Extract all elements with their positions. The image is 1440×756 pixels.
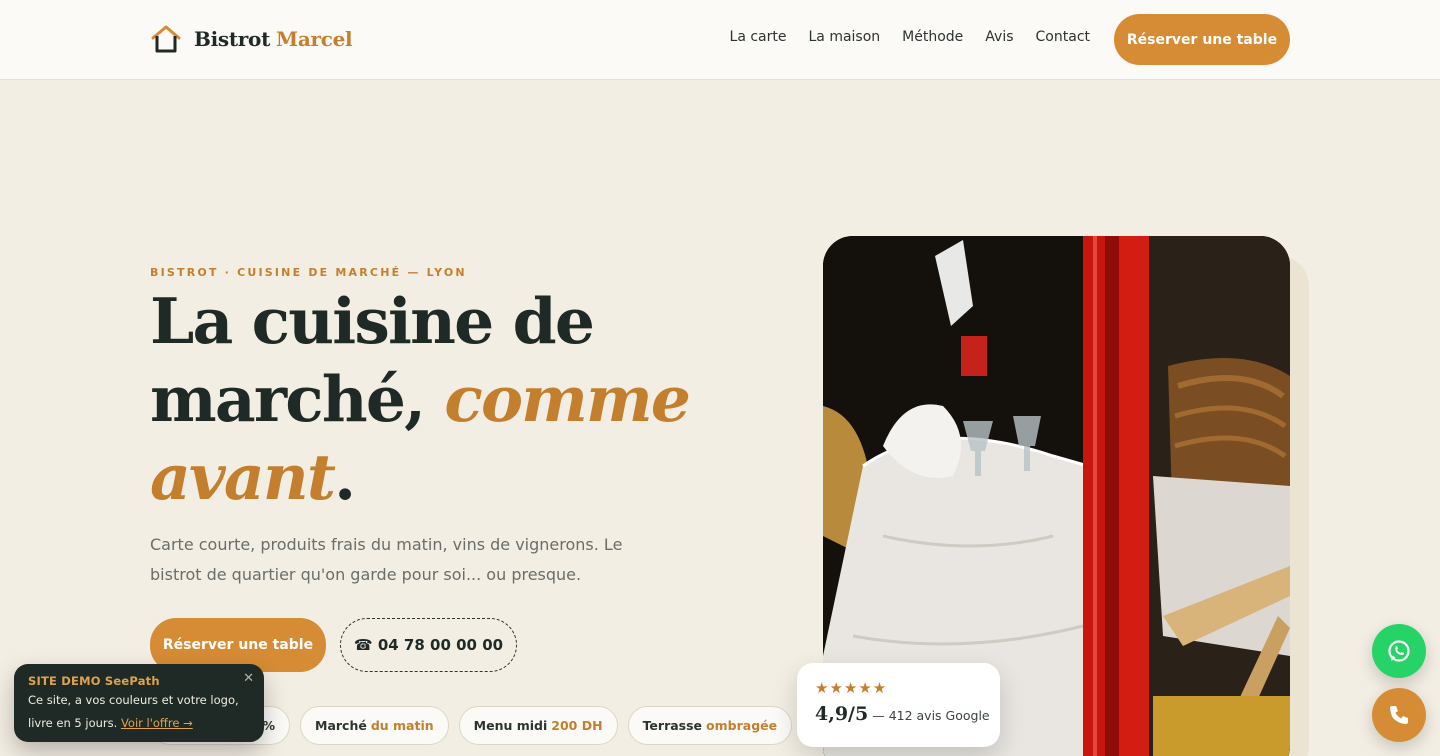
pill-text: Terrasse [642, 718, 703, 733]
pill-highlight: du matin [370, 718, 434, 733]
nav-contact[interactable]: Contact [1036, 29, 1090, 45]
hero-title-line2: marché, [150, 362, 445, 436]
nav-avis[interactable]: Avis [985, 29, 1013, 45]
call-button[interactable] [1372, 688, 1426, 742]
pill-text: Menu midi [473, 718, 548, 733]
pill-highlight: 200 DH [551, 718, 603, 733]
nav-methode[interactable]: Méthode [902, 29, 963, 45]
nav-la-carte[interactable]: La carte [730, 29, 787, 45]
hero-eyebrow: BISTROT · CUISINE DE MARCHÉ — LYON [150, 266, 467, 279]
close-icon[interactable]: ✕ [243, 671, 254, 686]
pill-marche: Marché du matin [300, 706, 449, 745]
toast-title: SITE DEMO SeePath [28, 674, 160, 688]
star-rating-icons: ★★★★★ [815, 679, 888, 697]
hero-title-line1: La cuisine de [150, 284, 595, 358]
pill-text: % [262, 718, 275, 733]
house-icon [151, 25, 181, 53]
demo-toast: SITE DEMO SeePath Ce site, a vos couleur… [14, 664, 264, 742]
brand-first: Bistrot [194, 27, 271, 51]
rating-reviews: — 412 avis Google [872, 708, 990, 723]
rating-score: 4,9/5 [815, 703, 869, 725]
hero-title-end: . [334, 440, 356, 514]
pill-highlight: ombragée [706, 718, 778, 733]
nav-la-maison[interactable]: La maison [809, 29, 881, 45]
whatsapp-icon [1388, 640, 1410, 662]
hero-subtitle: Carte courte, produits frais du matin, v… [150, 535, 623, 584]
header-reserve-button[interactable]: Réserver une table [1114, 14, 1290, 65]
phone-button[interactable]: ☎ 04 78 00 00 00 [340, 618, 517, 672]
pill-menu-midi: Menu midi 200 DH [458, 706, 618, 745]
rating-line: 4,9/5 — 412 avis Google [815, 703, 990, 725]
site-header: Bistrot Marcel La carte La maison Méthode… [0, 0, 1440, 80]
pill-text: Marché [315, 718, 367, 733]
toast-body: Ce site, a vos couleurs et votre logo, l… [28, 689, 250, 735]
hero-title: La cuisine de marché, comme avant. [150, 282, 710, 516]
pill-terrasse: Terrasse ombragée [627, 706, 793, 745]
brand-second: Marcel [276, 27, 353, 51]
logo[interactable]: Bistrot Marcel [150, 24, 353, 54]
whatsapp-button[interactable] [1372, 624, 1426, 678]
brand-name: Bistrot Marcel [194, 27, 353, 51]
rating-card: ★★★★★ 4,9/5 — 412 avis Google [797, 663, 1000, 747]
main-nav: La carte La maison Méthode Avis Contact [730, 29, 1090, 45]
hero-title-accent2: avant [150, 440, 336, 514]
toast-offer-link[interactable]: Voir l'offre → [121, 716, 193, 730]
hero-title-accent1: comme [444, 362, 691, 436]
phone-icon [1390, 706, 1408, 724]
